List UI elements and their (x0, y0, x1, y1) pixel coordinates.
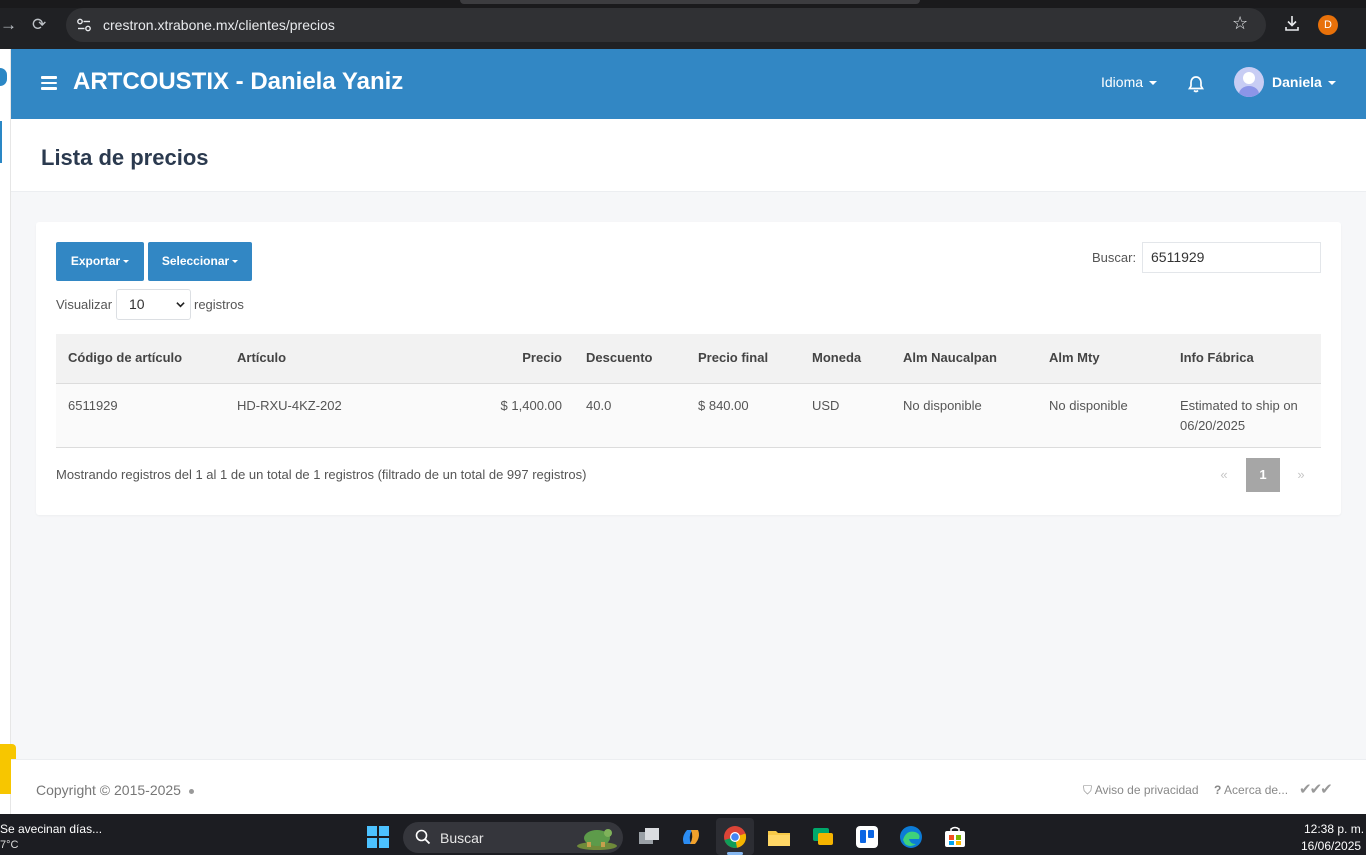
edge-icon[interactable] (898, 824, 924, 850)
privacy-label: Aviso de privacidad (1094, 783, 1199, 797)
column-header-article[interactable]: Artículo (237, 350, 286, 365)
chevron-down-icon (232, 260, 239, 264)
user-menu[interactable]: Daniela (1272, 74, 1336, 90)
page-size-suffix: registros (194, 297, 244, 312)
cell-alm-mty: No disponible (1049, 398, 1128, 413)
column-header-currency[interactable]: Moneda (812, 350, 861, 365)
privacy-link[interactable]: ⛉ Aviso de privacidad (1083, 783, 1199, 798)
menu-icon[interactable] (41, 76, 57, 90)
about-label: Acerca de... (1224, 783, 1289, 797)
table-header: Código de artículo Artículo Precio Descu… (56, 334, 1321, 384)
star-icon[interactable]: ☆ (1232, 13, 1248, 34)
taskbar-search-label: Buscar (440, 830, 484, 846)
chevron-down-icon (1149, 81, 1158, 86)
language-dropdown[interactable]: Idioma (1101, 74, 1158, 90)
search-icon (415, 829, 431, 845)
address-bar[interactable]: crestron.xtrabone.mx/clientes/precios (66, 8, 1266, 42)
pagination-page-1[interactable]: 1 (1246, 458, 1280, 492)
price-list-card: Exportar Seleccionar Buscar: 6511929 Vis… (36, 222, 1341, 515)
copyright: Copyright © 2015-2025 (36, 782, 194, 798)
chevron-down-icon (176, 302, 185, 308)
column-header-final-price[interactable]: Precio final (698, 350, 768, 365)
about-link[interactable]: ? Acerca de... (1214, 783, 1288, 797)
trello-icon[interactable] (854, 824, 880, 850)
pagination-previous[interactable]: « (1208, 458, 1240, 492)
column-header-alm-mty[interactable]: Alm Mty (1049, 350, 1100, 365)
chrome-icon[interactable] (722, 824, 748, 850)
reload-icon[interactable]: ⟳ (32, 15, 46, 35)
separator-dot (188, 788, 194, 794)
checkmarks-icon: ✔✔✔ (1299, 781, 1333, 798)
search-highlight-illustration (577, 829, 617, 850)
column-header-discount[interactable]: Descuento (586, 350, 652, 365)
bell-icon[interactable] (1186, 74, 1206, 94)
column-header-code[interactable]: Código de artículo (68, 350, 182, 365)
forward-icon[interactable]: → (0, 15, 17, 35)
app-header: ARTCOUSTIX - Daniela Yaniz Idioma Daniel… (11, 49, 1366, 119)
file-explorer-icon[interactable] (766, 824, 792, 850)
page-footer: Copyright © 2015-2025 ⛉ Aviso de privaci… (11, 759, 1366, 814)
page-title: Lista de precios (41, 145, 209, 170)
column-header-alm-naucalpan[interactable]: Alm Naucalpan (903, 350, 997, 365)
factory-info-line: Estimated to ship on (1180, 398, 1298, 413)
cell-alm-naucalpan: No disponible (903, 398, 982, 413)
page-title-bar: Lista de precios (11, 119, 1366, 192)
site-settings-icon[interactable] (76, 17, 92, 33)
profile-avatar[interactable]: D (1318, 15, 1338, 35)
pagination-next[interactable]: » (1285, 458, 1317, 492)
task-view-icon[interactable] (636, 824, 662, 850)
select-label: Seleccionar (161, 254, 230, 268)
table-row[interactable]: 6511929 HD-RXU-4KZ-202 $ 1,400.00 40.0 $… (56, 384, 1321, 448)
weather-widget-text[interactable]: Se avecinan días... (0, 822, 102, 836)
copilot-icon[interactable] (678, 824, 704, 850)
browser-tab[interactable] (460, 0, 920, 4)
taskbar-search[interactable]: Buscar (403, 822, 623, 853)
search-label: Buscar: (1092, 250, 1137, 265)
user-name-label: Daniela (1272, 74, 1322, 90)
clock-date[interactable]: 16/06/2025 (1301, 839, 1361, 853)
cell-discount: 40.0 (586, 398, 612, 413)
cell-code: 6511929 (68, 398, 118, 413)
search-input[interactable]: 6511929 (1142, 242, 1321, 273)
sidebar-active-indicator (0, 121, 2, 163)
store-icon[interactable] (942, 824, 968, 850)
collapsed-sidebar (0, 49, 11, 814)
export-button[interactable]: Exportar (56, 242, 144, 281)
cell-article: HD-RXU-4KZ-202 (237, 398, 342, 413)
select-button[interactable]: Seleccionar (148, 242, 252, 281)
cell-final-price: $ 840.00 (698, 398, 749, 413)
avatar[interactable] (1234, 67, 1264, 97)
chevron-down-icon (1327, 81, 1336, 86)
page-size-label: Visualizar (56, 297, 113, 312)
cell-factory-info: Estimated to ship on 06/20/2025 (1180, 396, 1298, 436)
weather-temperature: 7°C (0, 839, 19, 851)
url-text[interactable]: crestron.xtrabone.mx/clientes/precios (103, 17, 335, 33)
chat-app-icon[interactable] (810, 824, 836, 850)
factory-info-date: 06/20/2025 (1180, 418, 1246, 433)
export-label: Exportar (70, 254, 121, 268)
question-icon: ? (1214, 783, 1222, 797)
app-title: ARTCOUSTIX - Daniela Yaniz (73, 68, 404, 95)
table-info: Mostrando registros del 1 al 1 de un tot… (56, 467, 587, 482)
cell-price: $ 1,400.00 (500, 398, 562, 413)
copyright-text: Copyright © 2015-2025 (36, 782, 181, 798)
chevron-down-icon (123, 260, 130, 264)
shield-icon: ⛉ (1083, 783, 1093, 797)
windows-icon[interactable] (367, 826, 389, 848)
page-size-select[interactable]: 10 (116, 289, 191, 320)
clock-time[interactable]: 12:38 p. m. (1304, 822, 1364, 836)
browser-toolbar: → ⟳ crestron.xtrabone.mx/clientes/precio… (0, 0, 1366, 49)
page-size-value: 10 (129, 296, 145, 312)
windows-taskbar: Se avecinan días... 7°C Buscar 12:38 p. … (0, 814, 1366, 855)
column-header-factory-info[interactable]: Info Fábrica (1180, 350, 1254, 365)
browser-menu-icon[interactable]: ⋮ (1358, 13, 1366, 34)
column-header-price[interactable]: Precio (492, 350, 562, 365)
download-icon[interactable] (1283, 14, 1301, 32)
cell-currency: USD (812, 398, 840, 413)
language-label: Idioma (1101, 74, 1144, 90)
